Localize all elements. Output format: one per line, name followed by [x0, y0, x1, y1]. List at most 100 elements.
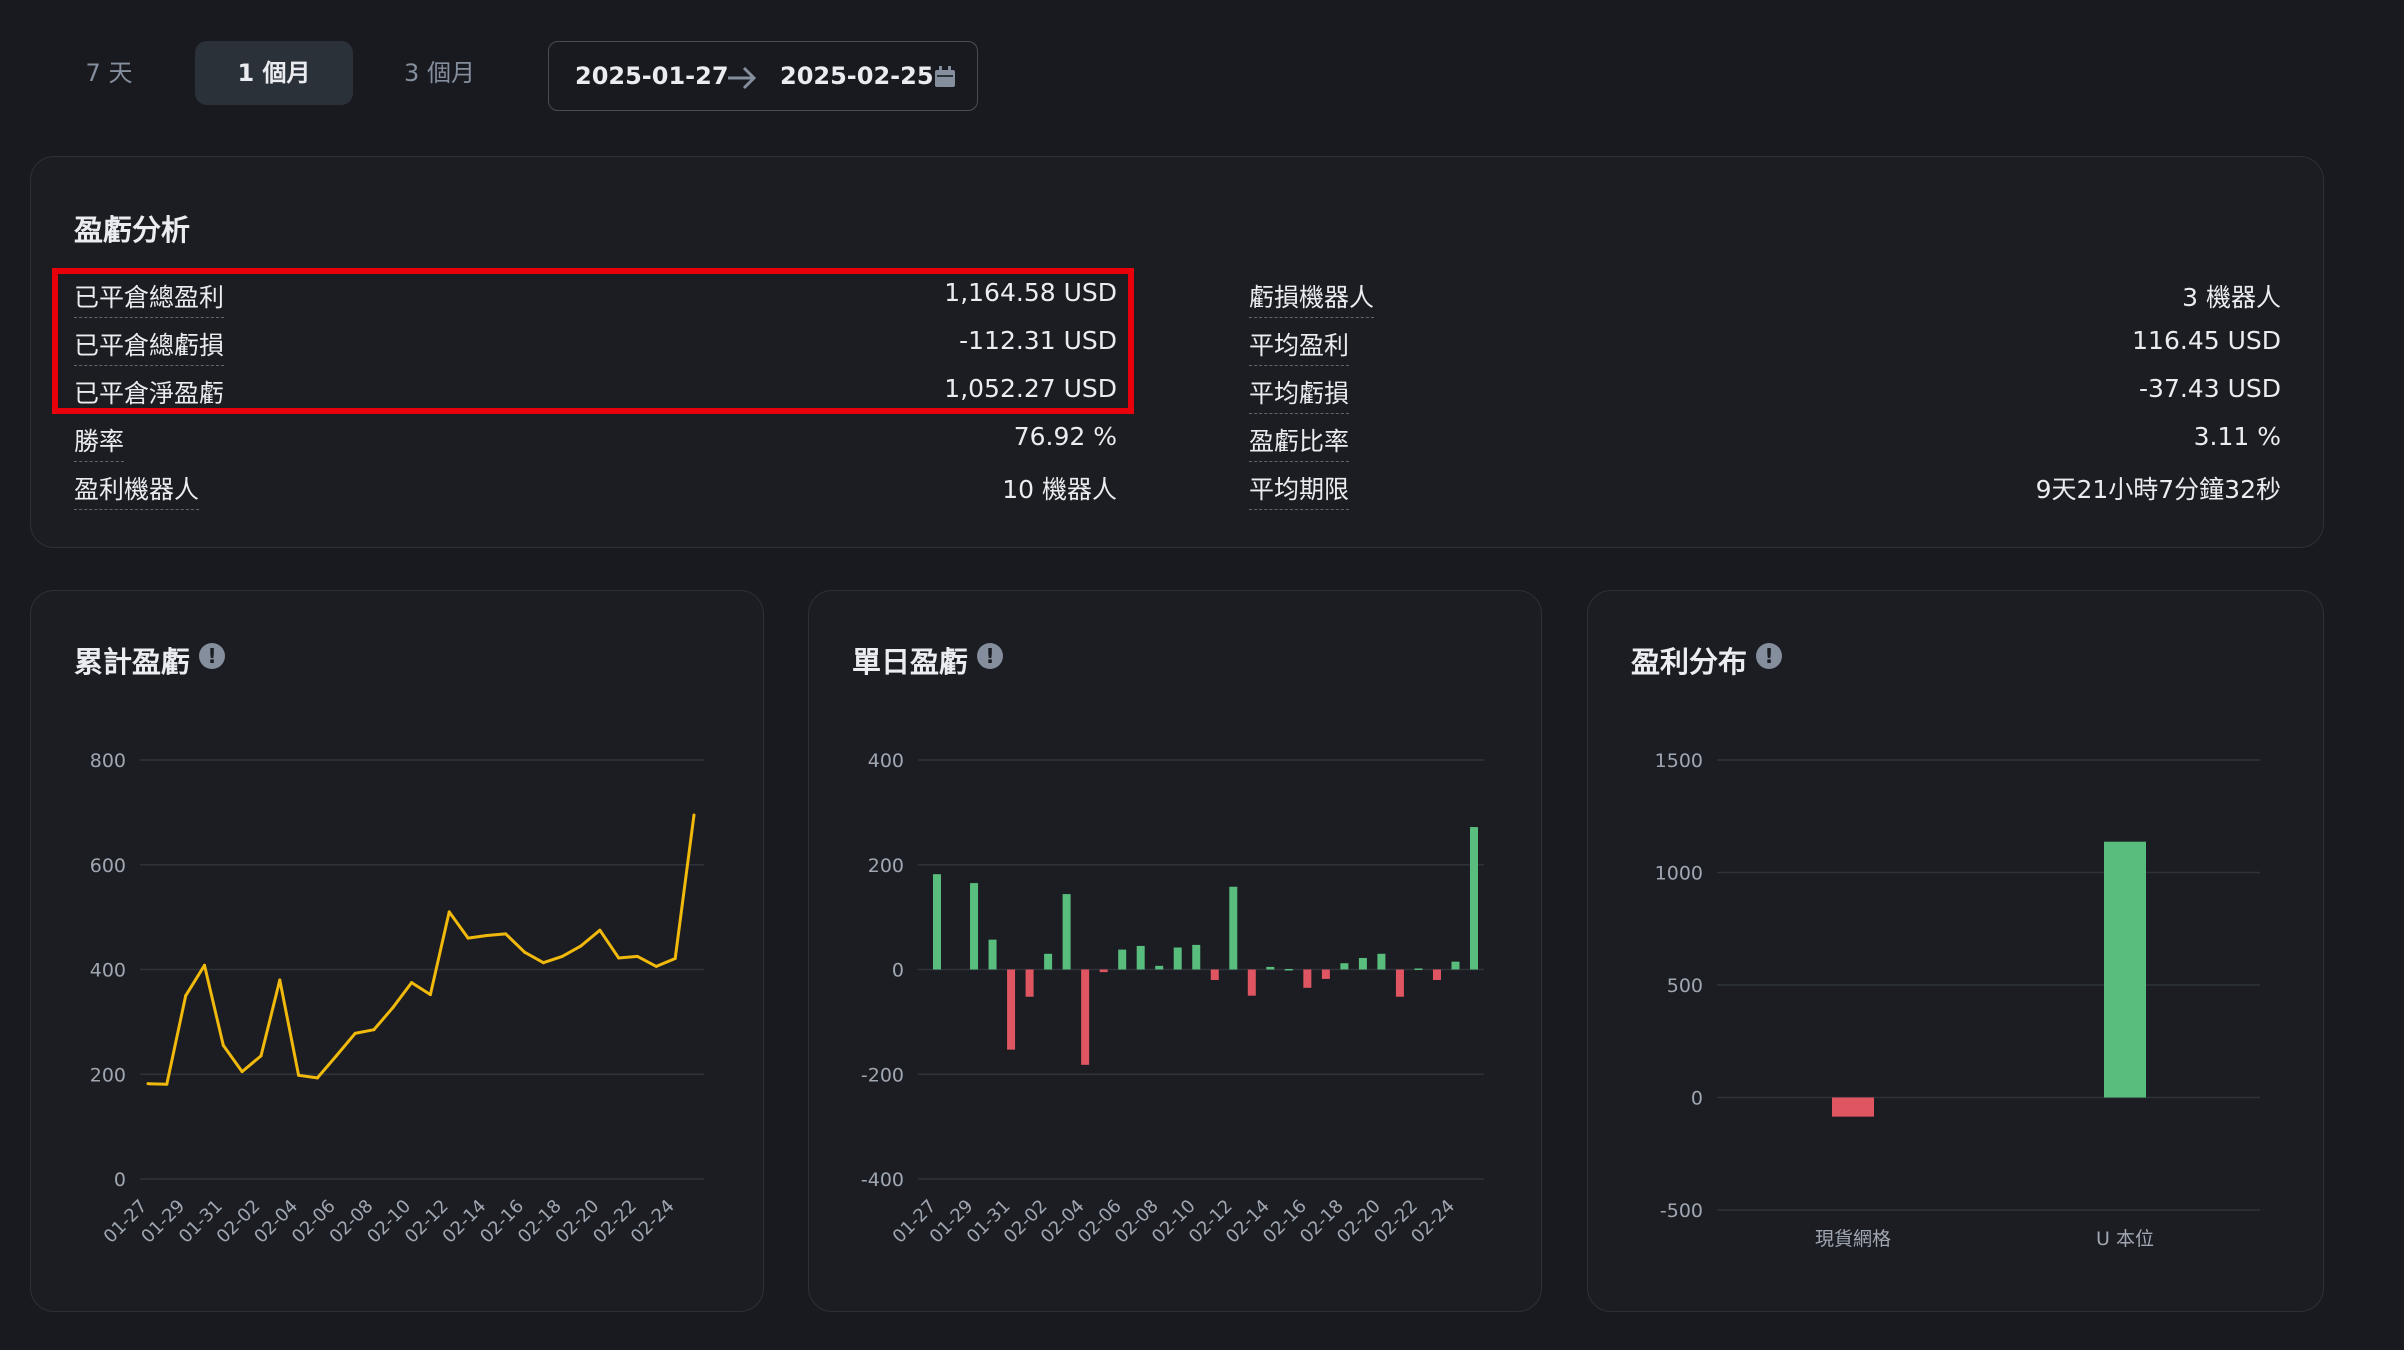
data-point: [541, 961, 545, 965]
daily-pnl-bar: [1432, 969, 1441, 980]
data-point: [146, 1082, 150, 1086]
data-point: [278, 978, 282, 982]
stat-label-win-rate[interactable]: 勝率: [74, 422, 125, 462]
arrow-right-icon: [728, 66, 757, 90]
daily-pnl-bar: [1136, 945, 1145, 970]
stat-value-profitable-bots: 10 機器人: [1002, 475, 1117, 504]
stat-label-pnl-ratio[interactable]: 盈虧比率: [1249, 422, 1350, 462]
distribution-bar: [2104, 841, 2146, 1098]
stat-label-average-profit[interactable]: 平均盈利: [1249, 326, 1350, 366]
x-category-label: 現貨網格: [1815, 1228, 1891, 1250]
stat-value-pnl-ratio: 3.11 %: [2193, 422, 2281, 451]
data-point: [617, 956, 621, 960]
calendar-icon[interactable]: [934, 66, 956, 88]
data-point: [372, 1028, 376, 1032]
stat-value-losing-bots: 3 機器人: [2182, 283, 2281, 312]
daily-pnl-title: 單日盈虧: [852, 645, 969, 679]
stat-value-average-loss: -37.43 USD: [2139, 374, 2281, 403]
date-start: 2025-01-27: [575, 62, 729, 90]
daily-pnl-bar: [1229, 886, 1238, 970]
y-tick-label: -200: [861, 1064, 904, 1086]
y-tick-label: 600: [90, 855, 126, 877]
info-icon[interactable]: !: [977, 643, 1003, 669]
daily-pnl-bar: [970, 883, 979, 970]
stat-value-win-rate: 76.92 %: [1013, 422, 1117, 451]
y-tick-label: -500: [1660, 1200, 1703, 1222]
data-point: [523, 950, 527, 954]
data-point: [485, 933, 489, 937]
data-point: [202, 963, 206, 967]
daily-pnl-bar: [1173, 947, 1182, 970]
data-point: [654, 964, 658, 968]
data-point: [410, 981, 414, 985]
daily-pnl-bar: [1081, 969, 1090, 1065]
x-category-label: U 本位: [2096, 1228, 2154, 1250]
cumulative-pnl-chart: 020040060080001-2701-2901-3102-0202-0402…: [90, 750, 704, 1248]
stat-label-losing-bots[interactable]: 虧損機器人: [1249, 278, 1375, 318]
daily-pnl-bar: [1340, 963, 1349, 970]
daily-pnl-bar: [1377, 953, 1386, 970]
data-point: [240, 1070, 244, 1074]
daily-pnl-bar: [1099, 969, 1108, 973]
data-point: [579, 944, 583, 948]
data-point: [447, 910, 451, 914]
data-point: [315, 1076, 319, 1080]
daily-pnl-bar: [1451, 961, 1460, 970]
profit-distribution-title: 盈利分布: [1631, 645, 1748, 679]
y-tick-label: 1000: [1655, 863, 1703, 885]
y-tick-label: 400: [90, 960, 126, 982]
tab-3-months[interactable]: 3 個月: [372, 41, 507, 105]
daily-pnl-bar: [1358, 957, 1367, 970]
cumulative-pnl-title: 累計盈虧: [74, 645, 191, 679]
daily-pnl-bar: [1210, 969, 1219, 980]
info-icon[interactable]: !: [199, 643, 225, 669]
daily-pnl-bar: [1266, 966, 1275, 970]
daily-pnl-bar: [933, 874, 941, 970]
date-end: 2025-02-25: [780, 62, 934, 90]
data-point: [598, 928, 602, 932]
data-point: [259, 1054, 263, 1058]
daily-pnl-bar: [1303, 969, 1312, 988]
profit-distribution-chart: -500 0 500 1000 1500 現貨網格 U 本位: [1655, 750, 2260, 1250]
stat-value-average-profit: 116.45 USD: [2132, 326, 2281, 355]
date-range-picker[interactable]: 2025-01-27 2025-02-25: [548, 41, 978, 111]
daily-pnl-bar: [1470, 827, 1478, 970]
distribution-bar: [1832, 1097, 1874, 1117]
data-point: [184, 994, 188, 998]
daily-pnl-bar: [1044, 953, 1053, 970]
tab-1-month[interactable]: 1 個月: [195, 41, 353, 105]
daily-pnl-bar: [1062, 894, 1071, 970]
data-point: [466, 936, 470, 940]
daily-pnl-bar: [988, 939, 997, 970]
cumulative-pnl-line: [147, 814, 696, 1086]
daily-pnl-chart: -400-200020040001-2701-2901-3102-0202-04…: [861, 750, 1484, 1248]
stat-label-profitable-bots[interactable]: 盈利機器人: [74, 470, 200, 510]
stat-value-average-duration: 9天21小時7分鐘32秒: [2035, 475, 2281, 504]
pnl-analysis-title: 盈虧分析: [74, 213, 191, 247]
y-tick-label: 200: [868, 855, 904, 877]
daily-pnl-bar: [1007, 969, 1016, 1050]
daily-pnl-bar: [1395, 969, 1404, 997]
data-point: [673, 957, 677, 961]
data-point: [334, 1054, 338, 1058]
x-tick-label: 02-24: [627, 1196, 679, 1248]
data-point: [504, 932, 508, 936]
stat-label-average-duration[interactable]: 平均期限: [1249, 470, 1350, 510]
y-tick-label: 0: [114, 1169, 126, 1191]
data-point: [221, 1043, 225, 1047]
y-tick-label: 0: [892, 960, 904, 982]
daily-pnl-bar: [1247, 969, 1256, 996]
info-icon[interactable]: !: [1756, 643, 1782, 669]
data-point: [692, 813, 696, 817]
data-point: [560, 954, 564, 958]
stat-label-average-loss[interactable]: 平均虧損: [1249, 374, 1350, 414]
y-tick-label: 400: [868, 750, 904, 772]
y-tick-label: 0: [1691, 1088, 1703, 1110]
daily-pnl-bar: [1321, 969, 1330, 979]
data-point: [391, 1006, 395, 1010]
y-tick-label: 500: [1667, 975, 1703, 997]
data-point: [297, 1073, 301, 1077]
tab-7-days[interactable]: 7 天: [64, 41, 154, 105]
y-tick-label: 1500: [1655, 750, 1703, 772]
y-tick-label: 800: [90, 750, 126, 772]
